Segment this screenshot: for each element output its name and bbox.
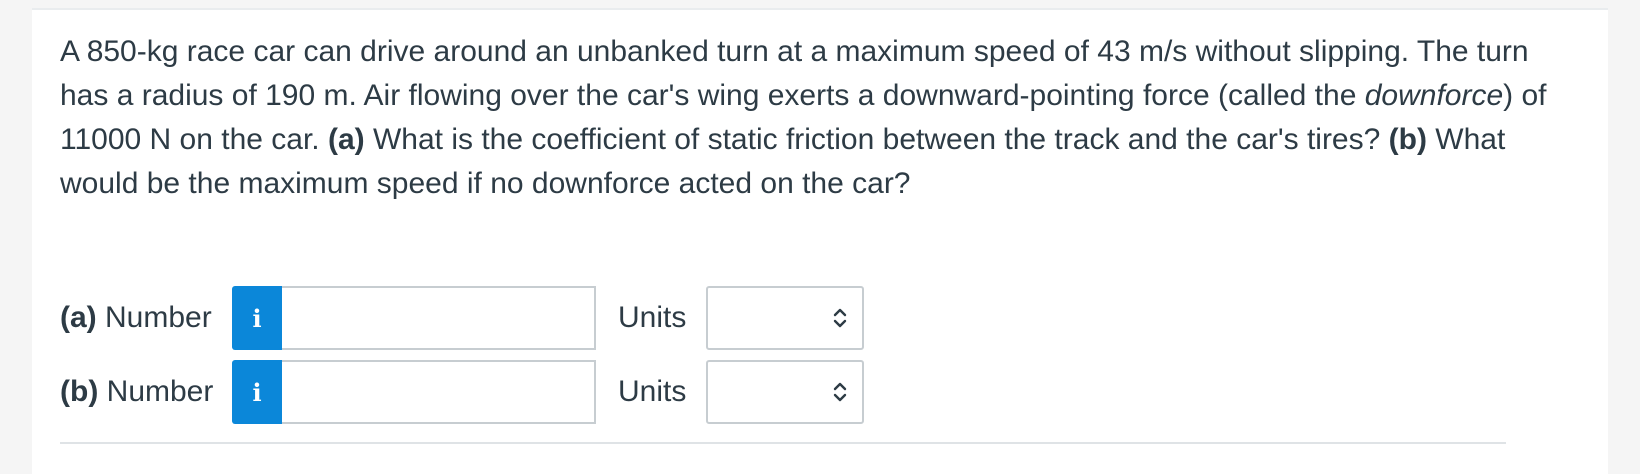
answer-b-label-text: Number bbox=[98, 375, 214, 408]
answer-row-b: (b) Number i Units bbox=[60, 360, 864, 424]
question-b-tag: (b) bbox=[1388, 123, 1427, 156]
answer-a-units-label: Units bbox=[618, 301, 687, 334]
answer-a-number-input[interactable] bbox=[282, 286, 596, 350]
answer-b-number-input[interactable] bbox=[282, 360, 596, 424]
question-italic-term: downforce bbox=[1364, 79, 1504, 112]
answer-b-units-label: Units bbox=[618, 375, 687, 408]
question-card: A 850-kg race car can drive around an un… bbox=[32, 8, 1608, 474]
answer-a-label-text: Number bbox=[96, 301, 212, 334]
answer-b-units-select[interactable] bbox=[706, 360, 864, 424]
section-divider bbox=[60, 442, 1506, 444]
answer-a-label: (a) Number bbox=[60, 301, 232, 335]
answer-b-tag: (b) bbox=[60, 375, 99, 408]
question-text: A 850-kg race car can drive around an un… bbox=[60, 30, 1560, 206]
answer-row-a: (a) Number i Units bbox=[60, 286, 864, 350]
question-part1: A 850-kg race car can drive around an un… bbox=[60, 35, 1529, 112]
info-icon[interactable]: i bbox=[232, 286, 282, 350]
answer-a-tag: (a) bbox=[60, 301, 97, 334]
info-icon[interactable]: i bbox=[232, 360, 282, 424]
question-a-tag: (a) bbox=[327, 123, 365, 156]
answer-b-label: (b) Number bbox=[60, 375, 232, 409]
up-down-chevron-icon bbox=[833, 308, 847, 328]
question-a-text: What is the coefficient of static fricti… bbox=[364, 123, 1389, 156]
answer-a-units-select[interactable] bbox=[706, 286, 864, 350]
up-down-chevron-icon bbox=[833, 382, 847, 402]
